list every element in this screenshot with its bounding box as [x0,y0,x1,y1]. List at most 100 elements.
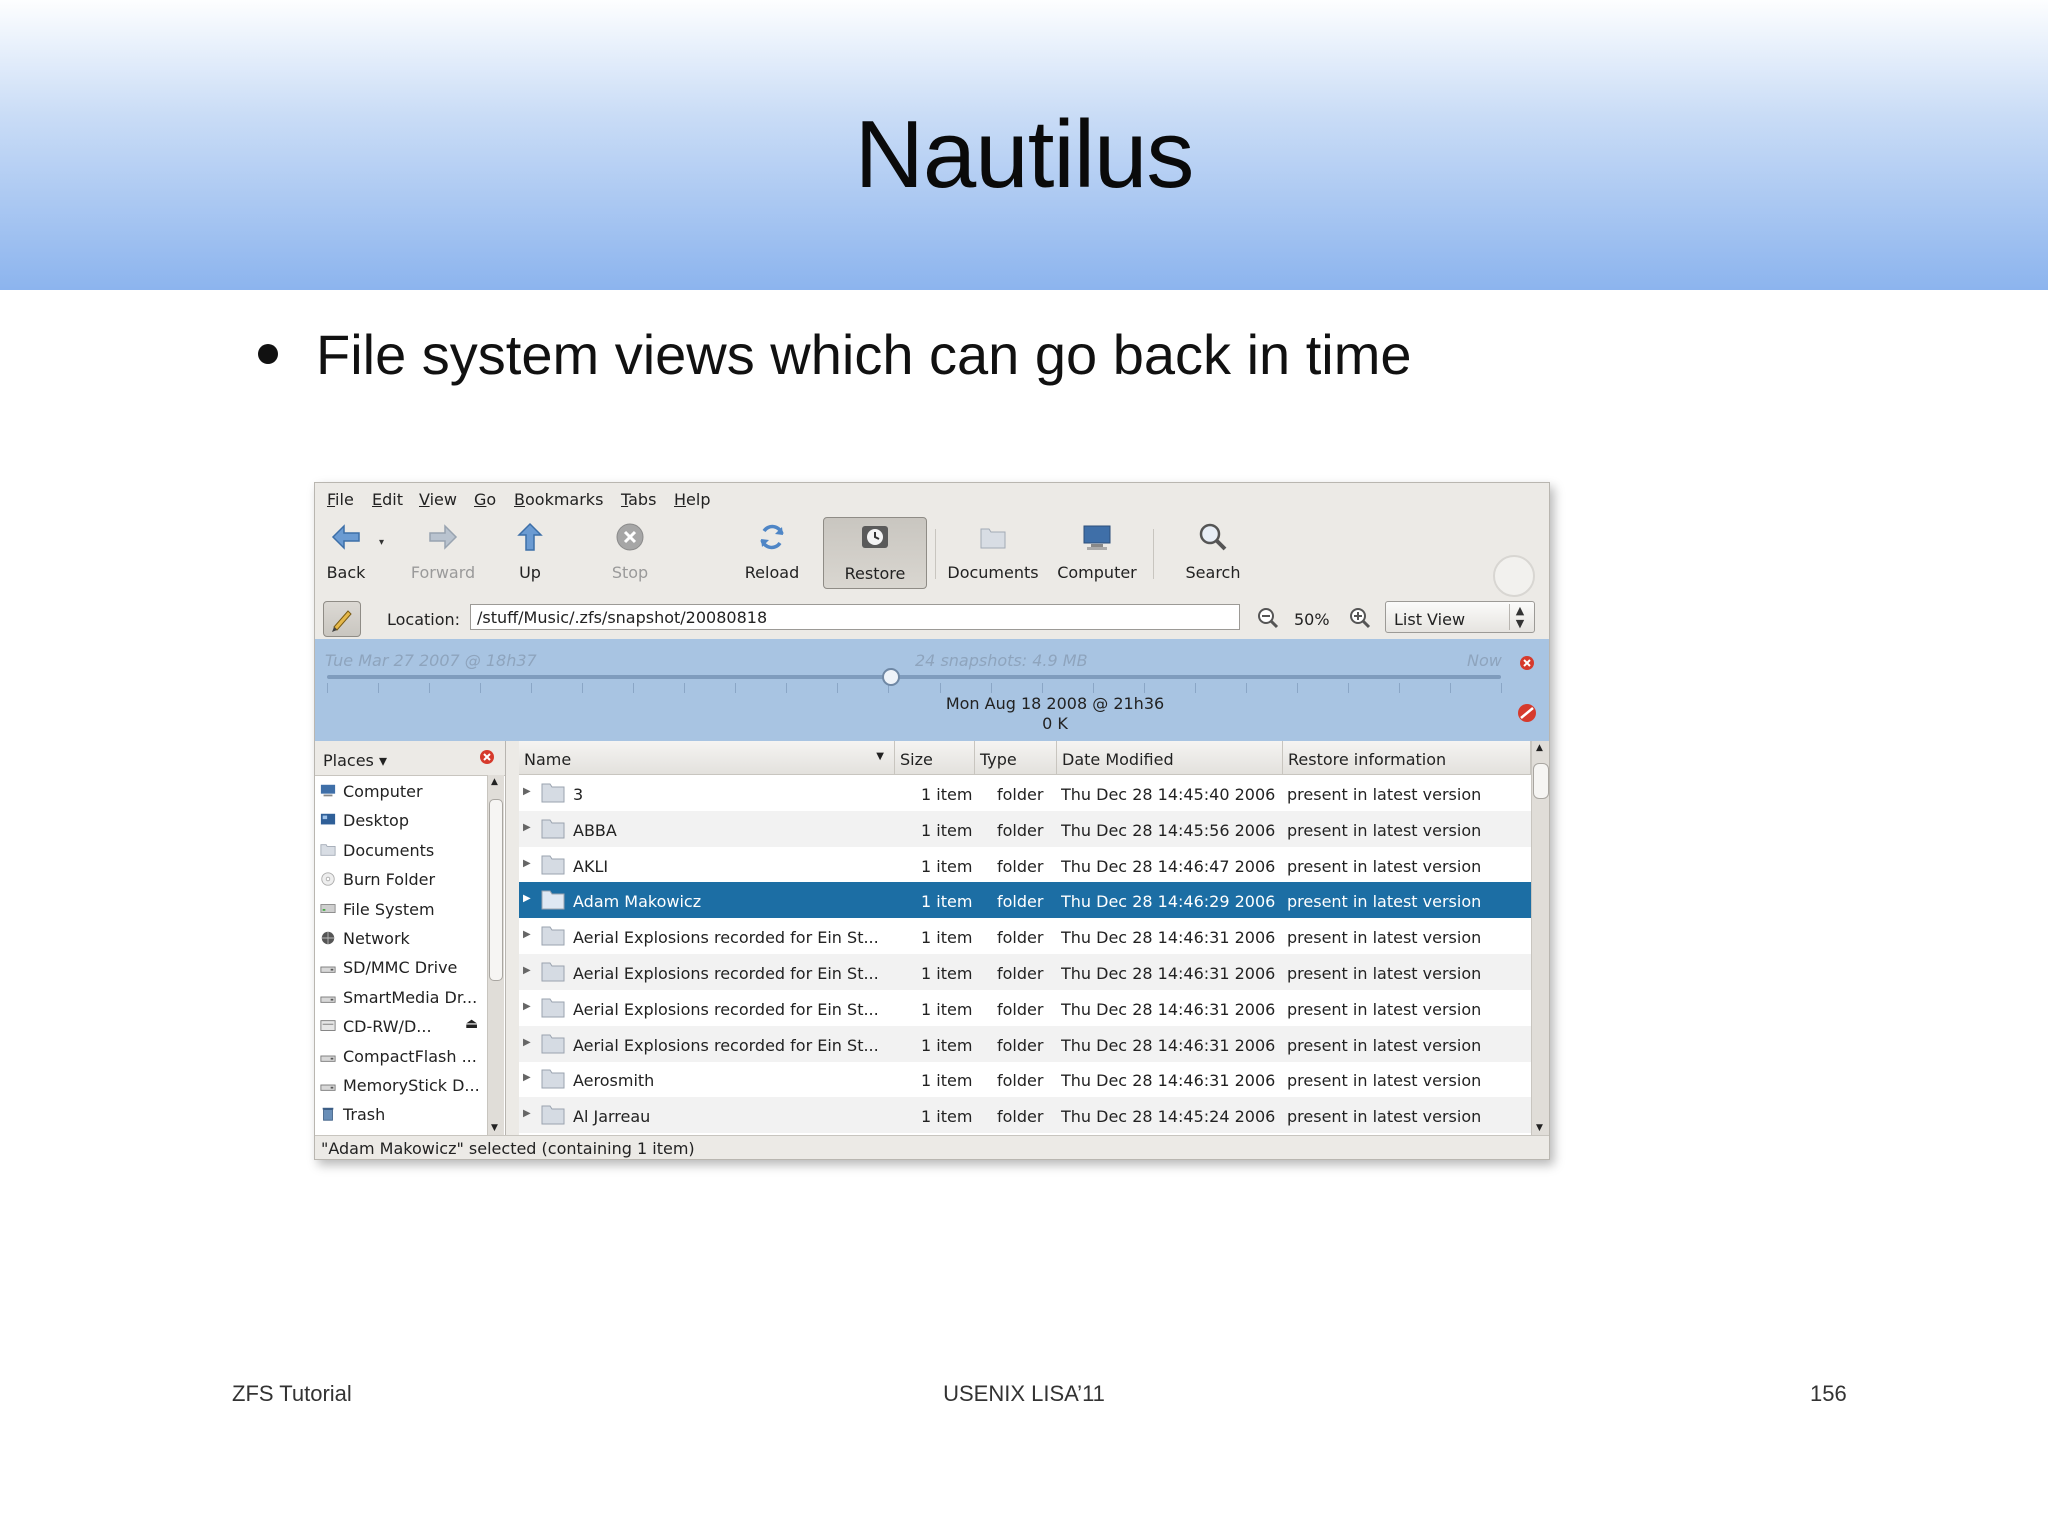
menu-go[interactable]: Go [474,490,496,509]
location-input[interactable]: /stuff/Music/.zfs/snapshot/20080818 [470,604,1240,630]
zoom-out-icon[interactable] [1257,607,1279,629]
close-icon[interactable] [1519,655,1535,671]
timeline-track[interactable] [327,675,1501,679]
timeline-tick [1398,683,1400,693]
expander-arrow-icon[interactable]: ▶ [523,1037,531,1048]
expander-arrow-icon[interactable]: ▶ [523,893,531,904]
arrow-right-icon [429,524,458,550]
restore-button[interactable]: Restore [823,517,927,589]
documents-folder-icon [980,528,1006,549]
menu-file[interactable]: File [327,490,354,509]
timeline-tick [939,683,941,693]
table-row[interactable]: ▶ Aerial Explosions recorded for Ein St..… [519,1025,1531,1062]
folder-icon [541,962,565,982]
timeline-end-label: Now [1467,651,1502,670]
sidebar-item-file-system[interactable]: File System [315,895,487,924]
table-row[interactable]: ▶ Aerial Explosions recorded for Ein St..… [519,990,1531,1026]
zoom-in-icon[interactable] [1349,607,1371,629]
table-row[interactable]: ▶ Al Jarreau 1 item folder Thu Dec 28 14:45:… [519,1097,1531,1134]
menu-view[interactable]: View [419,490,457,509]
timeline-tick [531,683,533,693]
forward-button[interactable]: Forward [395,517,491,587]
column-header-name[interactable]: Name ▼ [519,741,895,775]
timeline-slider-handle[interactable] [881,668,900,686]
sidebar-item-documents[interactable]: Documents [315,836,487,865]
no-entry-icon[interactable] [1517,703,1537,723]
reload-button[interactable]: Reload [739,517,805,587]
folder-icon [541,890,565,910]
timeline-tick [1041,683,1043,693]
menu-edit[interactable]: Edit [372,490,403,509]
expander-arrow-icon[interactable]: ▶ [523,1108,531,1119]
table-row[interactable]: ▶ Aerial Explosions recorded for Ein St..… [519,918,1531,954]
status-text: "Adam Makowicz" selected (containing 1 i… [321,1139,695,1158]
file-restore-info: present in latest version [1287,1071,1482,1091]
sidebar-item-network[interactable]: Network [315,924,487,953]
up-button[interactable]: Up [505,517,555,587]
file-list-scrollbar[interactable]: ▲ ▼ [1531,741,1549,1135]
places-header[interactable]: Places ▾ [315,741,505,776]
sidebar-item-trash[interactable]: Trash [315,1100,487,1129]
expander-arrow-icon[interactable]: ▶ [523,929,531,940]
table-row[interactable]: ▶ Adam Makowicz 1 item folder Thu Dec 28 14:… [519,882,1531,919]
sidebar-scrollbar[interactable]: ▲ ▼ [487,775,504,1135]
eject-icon[interactable]: ⏏ [465,1016,478,1032]
table-row[interactable]: ▶ 3 1 item folder Thu Dec 28 14:45:40 2006 pr… [519,775,1531,811]
sidebar-item-label: SmartMedia Dr... [343,987,478,1007]
sidebar-item-burn-folder[interactable]: Burn Folder [315,865,487,894]
file-name: 3 [573,785,584,804]
edit-location-toggle[interactable] [323,601,361,637]
expander-arrow-icon[interactable]: ▶ [523,1072,531,1083]
sidebar-item-smartmedia-dr[interactable]: SmartMedia Dr... [315,983,487,1012]
table-row[interactable]: ▶ ABBA 1 item folder Thu Dec 28 14:45:56 200… [519,810,1531,847]
timeline-tick [1245,683,1247,693]
sidebar-item-cd-rw-d[interactable]: CD-RW/D... ⏏ [315,1012,487,1041]
menu-bookmarks[interactable]: Bookmarks [514,490,603,509]
drive-icon [320,996,336,1003]
view-mode-select[interactable]: List View ▲ ▼ [1385,601,1535,633]
places-dropdown[interactable]: Places ▾ [323,751,387,770]
toolbar-separator [935,529,936,579]
expander-arrow-icon[interactable]: ▶ [523,965,531,976]
back-button[interactable]: Back [317,517,375,587]
sidebar-item-sd-mmc-drive[interactable]: SD/MMC Drive [315,953,487,982]
column-header-restore-information[interactable]: Restore information [1283,741,1531,775]
menu-tabs[interactable]: Tabs [621,490,656,509]
file-date-modified: Thu Dec 28 14:46:31 2006 [1061,999,1276,1019]
menu-help[interactable]: Help [674,490,710,509]
search-button[interactable]: Search [1173,517,1253,587]
table-row[interactable]: ▶ Aerosmith 1 item folder Thu Dec 28 14:46:3… [519,1061,1531,1097]
timeline-tick [1347,683,1349,693]
column-header-size[interactable]: Size [895,741,975,775]
column-header-type[interactable]: Type [975,741,1057,775]
computer-button[interactable]: Computer [1055,517,1139,587]
back-history-arrow[interactable]: ▾ [379,537,384,548]
expander-arrow-icon[interactable]: ▶ [523,1001,531,1012]
zoom-level[interactable]: 50% [1294,610,1330,629]
table-row[interactable]: ▶ Aerial Explosions recorded for Ein St..… [519,954,1531,990]
file-name: Adam Makowicz [573,892,702,912]
sidebar-item-compactflash[interactable]: CompactFlash ... [315,1042,487,1071]
file-type: folder [997,964,1044,983]
timeline-tick [429,683,431,693]
status-bar: "Adam Makowicz" selected (containing 1 i… [315,1135,1549,1159]
expander-arrow-icon[interactable]: ▶ [523,858,531,869]
spinner-arrows-icon: ▲ ▼ [1509,604,1530,630]
close-sidebar-icon[interactable] [479,749,495,765]
documents-button[interactable]: Documents [945,517,1041,587]
sidebar-scroll-thumb[interactable] [489,799,503,981]
column-header-date-modified[interactable]: Date Modified [1057,741,1283,775]
expander-arrow-icon[interactable]: ▶ [523,822,531,833]
sidebar-item-label: Desktop [343,811,409,831]
table-row[interactable]: ▶ AKLI 1 item folder Thu Dec 28 14:46:47 200… [519,847,1531,883]
slide-bullet: File system views which can go back in t… [258,322,1412,387]
arrow-up-icon [517,522,543,551]
sidebar-item-memorystick-d[interactable]: MemoryStick D... [315,1071,487,1100]
stop-button[interactable]: Stop [605,517,655,587]
sidebar-item-desktop[interactable]: Desktop [315,806,487,835]
expander-arrow-icon[interactable]: ▶ [523,786,531,797]
file-date-modified: Thu Dec 28 14:46:47 2006 [1061,856,1276,876]
file-list-scroll-thumb[interactable] [1533,763,1549,799]
sidebar-item-computer[interactable]: Computer [315,777,487,806]
bullet-dot [258,344,278,364]
